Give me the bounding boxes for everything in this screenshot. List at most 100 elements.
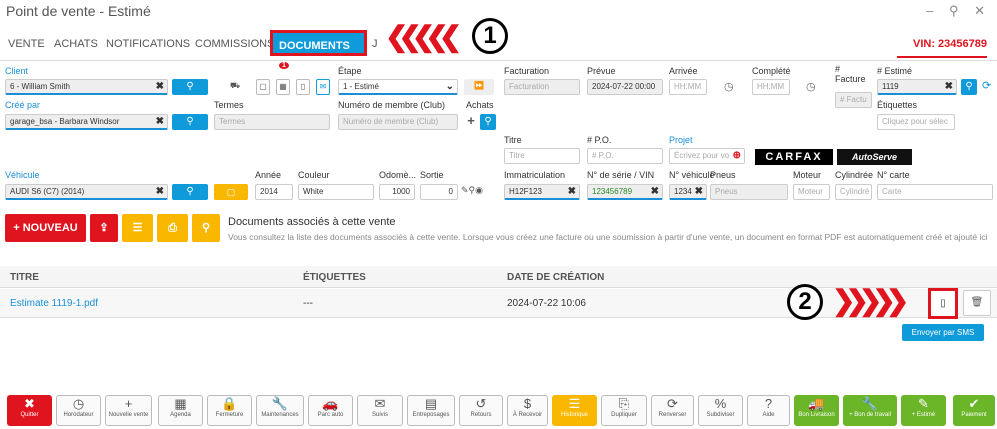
footer-button[interactable]: 🚚 Bon Livraison: [794, 395, 839, 426]
clear-icon[interactable]: ✖: [156, 115, 164, 128]
annee-input[interactable]: 2014: [255, 184, 293, 200]
list-button[interactable]: ☰: [122, 214, 153, 242]
nouveau-button[interactable]: + NOUVEAU: [5, 214, 86, 242]
footer-button[interactable]: ⟳ Renverser: [651, 395, 694, 426]
col-date[interactable]: DATE DE CRÉATION: [507, 272, 604, 283]
prevue-input[interactable]: 2024-07-22 00:00: [587, 79, 663, 95]
window-controls[interactable]: – ⚲ ✕: [926, 3, 991, 19]
footer-button[interactable]: ◷ Horodateur: [56, 395, 101, 426]
cree-par-label[interactable]: Créé par: [5, 100, 40, 110]
facture-input[interactable]: # Factu: [835, 92, 872, 108]
arrivee-input[interactable]: HH:MM: [669, 79, 707, 95]
immat-field[interactable]: H12F123 ✖: [504, 184, 580, 200]
cylindree-input[interactable]: Cylindré: [835, 184, 872, 200]
clear-icon[interactable]: ✖: [156, 185, 164, 198]
carte-input[interactable]: Carte: [877, 184, 993, 200]
membre-input[interactable]: Numéro de membre (Club): [338, 114, 458, 130]
pneus-input[interactable]: Pneus: [710, 184, 788, 200]
tab-achats[interactable]: ACHATS: [54, 38, 98, 50]
client-search-button[interactable]: ⚲: [172, 79, 208, 95]
clear-icon[interactable]: ✖: [695, 185, 703, 198]
vehicule-label[interactable]: Véhicule: [5, 170, 40, 180]
footer-button[interactable]: ▤ Entreposages: [407, 395, 455, 426]
col-titre[interactable]: TITRE: [10, 272, 39, 283]
forward-icon[interactable]: ⏩: [464, 79, 494, 95]
estime-search-button[interactable]: ⚲: [961, 79, 977, 95]
add-achat-icon[interactable]: +: [464, 114, 478, 130]
odometre-input[interactable]: 1000: [379, 184, 415, 200]
etape-select[interactable]: 1 - Estimé ⌄: [338, 79, 458, 95]
tab-commissions[interactable]: COMMISSIONS: [195, 38, 274, 50]
footer-button[interactable]: % Subdiviser: [698, 395, 743, 426]
carfax-logo[interactable]: CARFAX: [755, 149, 833, 165]
footer-button[interactable]: 🔧 + Bon de travail: [843, 395, 897, 426]
footer-button[interactable]: $ À Recevoir: [507, 395, 548, 426]
autoserve-logo[interactable]: AutoServe: [837, 149, 912, 165]
footer-button[interactable]: 🔧 Maintenances: [256, 395, 304, 426]
clear-icon[interactable]: ✖: [945, 80, 953, 93]
cree-par-field[interactable]: garage_bsa - Barbara Windsor ✖: [5, 114, 168, 130]
client-label[interactable]: Client: [5, 66, 28, 76]
footer-button[interactable]: ↺ Retours: [459, 395, 503, 426]
moteur-input[interactable]: Moteur: [793, 184, 830, 200]
clear-icon[interactable]: ✖: [651, 185, 659, 198]
projet-input[interactable]: Écrivez pour vo ⊕: [669, 148, 745, 164]
footer-button[interactable]: 🚗 Parc auto: [308, 395, 353, 426]
sms-button[interactable]: ▯: [928, 288, 958, 319]
clear-icon[interactable]: ✖: [568, 185, 576, 198]
complete-input[interactable]: HH:MM: [752, 79, 790, 95]
serie-label: N° de série / VIN: [587, 170, 655, 180]
footer-button[interactable]: ☰ Historique: [552, 395, 597, 426]
footer-button[interactable]: ✖ Quitter: [7, 395, 52, 426]
calendar-icon[interactable]: ▦: [276, 79, 290, 95]
footer-button[interactable]: ✎ + Estimé: [901, 395, 946, 426]
upload-button[interactable]: ⇪: [90, 214, 118, 242]
client-field[interactable]: 6 - William Smith ✖: [5, 79, 168, 95]
email-icon[interactable]: ✉: [316, 79, 330, 95]
termes-input[interactable]: Termes: [214, 114, 330, 130]
footer-button[interactable]: + Nouvelle vente: [105, 395, 152, 426]
vehicule-note-button[interactable]: ▢: [214, 184, 248, 200]
nveh-field[interactable]: 1234 ✖: [669, 184, 707, 200]
achats-search-button[interactable]: ⚲: [480, 114, 496, 130]
facturation-label: Facturation: [504, 66, 550, 76]
couleur-input[interactable]: White: [298, 184, 374, 200]
tab-j[interactable]: J: [372, 38, 378, 50]
vehicule-field[interactable]: AUDI S6 (C7) (2014) ✖: [5, 184, 168, 200]
refresh-icon[interactable]: ⟳: [982, 79, 991, 92]
footer-button[interactable]: ⎘ Dupliquer: [601, 395, 647, 426]
facturation-input[interactable]: Facturation: [504, 79, 580, 95]
po-input[interactable]: # P.O.: [587, 148, 663, 164]
projet-label[interactable]: Projet: [669, 135, 693, 145]
footer-button[interactable]: ? Aide: [747, 395, 790, 426]
vehicule-search-button[interactable]: ⚲: [172, 184, 208, 200]
phone-icon[interactable]: ▯: [296, 79, 310, 95]
binoculars-icon[interactable]: ⛟: [228, 79, 242, 95]
cree-par-search-button[interactable]: ⚲: [172, 114, 208, 130]
doc-link[interactable]: Estimate 1119-1.pdf: [10, 298, 98, 309]
note-icon[interactable]: ▢: [256, 79, 270, 95]
titre-input[interactable]: Titre: [504, 148, 580, 164]
footer-button[interactable]: 🔒 Fermeture: [207, 395, 252, 426]
col-etiquettes[interactable]: ÉTIQUETTES: [303, 272, 366, 283]
estime-field[interactable]: 1119 ✖: [877, 79, 957, 95]
arrivee-clock-icon[interactable]: ◷: [724, 80, 734, 93]
add-circle-icon[interactable]: ⊕: [733, 149, 741, 163]
footer-button[interactable]: ✉ Suivis: [357, 395, 403, 426]
tab-vin[interactable]: VIN: 23456789: [913, 38, 987, 50]
footer-button[interactable]: ▦ Agenda: [158, 395, 203, 426]
achats-label: Achats: [466, 100, 494, 110]
tab-notifications[interactable]: NOTIFICATIONS: [106, 38, 190, 50]
tools-icon[interactable]: ✎⚲◉: [461, 185, 483, 196]
tab-documents[interactable]: DOCUMENTS 1: [270, 30, 367, 69]
complete-clock-icon[interactable]: ◷: [806, 80, 816, 93]
clear-icon[interactable]: ✖: [156, 80, 164, 93]
search-button[interactable]: ⚲: [192, 214, 220, 242]
sortie-input[interactable]: 0: [420, 184, 458, 200]
etiquettes-input[interactable]: Cliquez pour sélec: [877, 114, 955, 130]
serie-field[interactable]: 123456789 ✖: [587, 184, 663, 200]
tab-vente[interactable]: VENTE: [8, 38, 45, 50]
print-button[interactable]: ⎙: [157, 214, 188, 242]
footer-button[interactable]: ✔ Paiement: [953, 395, 995, 426]
delete-button[interactable]: 🗑: [963, 290, 991, 316]
